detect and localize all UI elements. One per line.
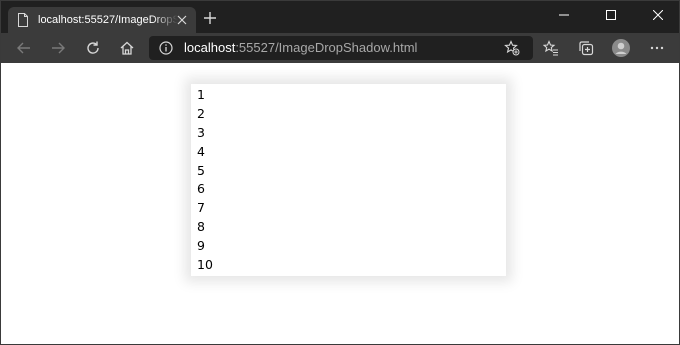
drop-shadow-box: 1 2 3 4 5 6 7 8 9 10: [191, 84, 506, 276]
tab-strip: localhost:55527/ImageDropShadow.html: [1, 1, 679, 33]
list-item: 5: [197, 162, 205, 178]
favorites-icon: [543, 40, 558, 56]
list-item: 10: [197, 257, 213, 273]
list-item: 8: [197, 219, 205, 235]
list-item: 4: [197, 143, 205, 159]
close-window-button[interactable]: [635, 1, 679, 29]
star-plus-icon[interactable]: [504, 40, 520, 56]
minimize-icon: [559, 14, 569, 16]
close-icon[interactable]: [176, 14, 188, 26]
forward-button[interactable]: [47, 37, 69, 59]
list-item: 2: [197, 105, 205, 121]
tab-active[interactable]: localhost:55527/ImageDropShadow.html: [8, 7, 196, 33]
list-item: 7: [197, 200, 205, 216]
profile-button[interactable]: [610, 37, 632, 59]
toolbar: localhost:55527/ImageDropShadow.html: [1, 33, 679, 63]
home-button[interactable]: [116, 37, 138, 59]
refresh-button[interactable]: [82, 37, 104, 59]
close-icon: [653, 10, 663, 20]
arrow-right-icon: [52, 42, 65, 54]
more-icon: [650, 46, 664, 50]
plus-icon[interactable]: [203, 11, 217, 25]
address-bar[interactable]: localhost:55527/ImageDropShadow.html: [149, 36, 533, 60]
list-item: 6: [197, 181, 205, 197]
home-icon: [120, 41, 134, 55]
tab-title: localhost:55527/ImageDropShadow.html: [38, 14, 178, 26]
url-path: :55527/ImageDropShadow.html: [235, 40, 418, 55]
collections-icon: [579, 41, 594, 56]
arrow-left-icon: [17, 42, 30, 54]
page-icon: [18, 13, 28, 27]
list-item: 3: [197, 124, 205, 140]
favorites-button[interactable]: [540, 37, 562, 59]
collections-button[interactable]: [575, 37, 597, 59]
more-button[interactable]: [646, 37, 668, 59]
maximize-button[interactable]: [588, 1, 634, 29]
list-item: 9: [197, 238, 205, 254]
page-viewport: 1 2 3 4 5 6 7 8 9 10: [1, 63, 679, 344]
url-text[interactable]: localhost:55527/ImageDropShadow.html: [184, 40, 417, 56]
browser-window: localhost:55527/ImageDropShadow.html: [0, 0, 680, 345]
refresh-icon: [87, 41, 99, 54]
list-item: 1: [197, 87, 205, 102]
url-host: localhost: [184, 40, 236, 55]
maximize-icon: [606, 10, 616, 20]
back-button[interactable]: [13, 37, 35, 59]
info-icon[interactable]: [159, 41, 173, 55]
avatar-icon: [612, 39, 630, 57]
minimize-button[interactable]: [541, 1, 587, 29]
